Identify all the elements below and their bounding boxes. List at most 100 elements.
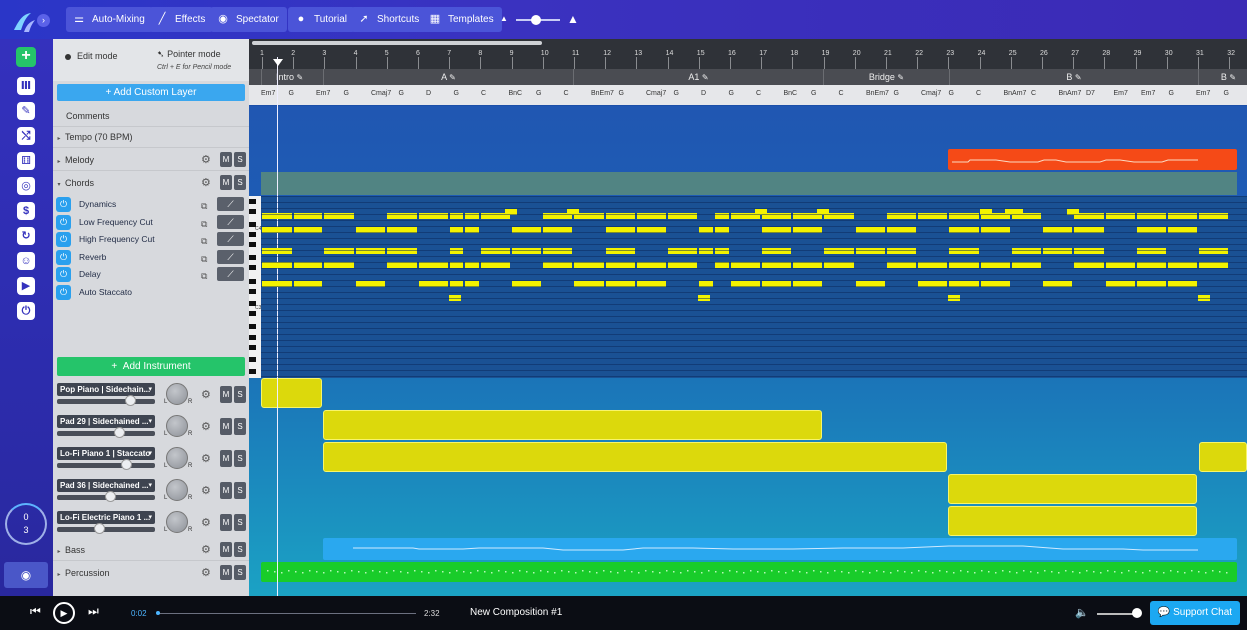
note[interactable]: [543, 248, 572, 254]
volume-slider[interactable]: [57, 431, 155, 436]
volume-knob[interactable]: [120, 459, 132, 470]
expand-arrow-icon[interactable]: ▸: [53, 541, 65, 563]
dollar-icon[interactable]: $: [17, 202, 35, 220]
chord-symbol[interactable]: D7: [1086, 90, 1095, 97]
percussion-region[interactable]: [261, 562, 1237, 582]
note[interactable]: [1199, 248, 1228, 254]
instrument-clip[interactable]: [1199, 442, 1247, 472]
effect-row[interactable]: ⏻ Auto Staccato: [56, 284, 249, 301]
zoom-out-icon[interactable]: ▲: [500, 14, 508, 23]
instrument-select[interactable]: Pad 36 | Sidechained ...: [57, 479, 155, 492]
solo-button[interactable]: S: [234, 542, 246, 557]
power-icon[interactable]: ⏻: [56, 250, 71, 265]
note[interactable]: [762, 248, 791, 254]
volume-slider[interactable]: [57, 463, 155, 468]
instrument-select[interactable]: Pop Piano | Sidechain...: [57, 383, 155, 396]
gear-icon[interactable]: ⚙: [201, 517, 213, 529]
chord-symbol[interactable]: Em7: [1141, 90, 1155, 97]
mute-button[interactable]: M: [220, 152, 232, 167]
solo-button[interactable]: S: [234, 514, 246, 531]
playhead-marker-icon[interactable]: [273, 59, 283, 66]
chord-symbol[interactable]: C: [564, 90, 569, 97]
edit-section-icon[interactable]: ✎: [449, 73, 456, 82]
effect-row[interactable]: ⏻ Reverb ⧉ ⟋: [56, 249, 249, 266]
pan-knob[interactable]: [166, 511, 188, 533]
chord-symbol[interactable]: Cmaj7: [646, 90, 666, 97]
gear-icon[interactable]: ⚙: [201, 544, 213, 556]
solo-button[interactable]: S: [234, 386, 246, 403]
note[interactable]: [1012, 248, 1041, 254]
gear-icon[interactable]: ⚙: [201, 177, 213, 189]
volume-knob[interactable]: [113, 427, 125, 438]
arrangement-area[interactable]: 1 2 3 4 5 6 7 8 9 10 11 12 13 14 15 16 17 18 19 20 21 22 23 24 2…: [249, 39, 1247, 596]
solo-button[interactable]: S: [234, 152, 246, 167]
melody-region[interactable]: [948, 149, 1237, 170]
gear-icon[interactable]: ⚙: [201, 567, 213, 579]
zoom-slider[interactable]: ▲ ▲: [500, 12, 584, 27]
effects-button[interactable]: ╱ Effects: [149, 7, 214, 32]
add-icon[interactable]: +: [16, 47, 36, 67]
pan-knob[interactable]: [166, 479, 188, 501]
collapse-sidebar-icon[interactable]: ›: [37, 14, 50, 27]
automation-icon[interactable]: ⟋: [217, 215, 244, 229]
power-icon[interactable]: ⏻: [56, 267, 71, 282]
chord-symbol[interactable]: Em7: [261, 90, 275, 97]
chord-symbol[interactable]: C: [976, 90, 981, 97]
piano-roll[interactable]: [261, 196, 1247, 378]
chord-symbol[interactable]: Em7: [1114, 90, 1128, 97]
volume-knob[interactable]: [1132, 608, 1142, 618]
instrument-clip[interactable]: [323, 442, 947, 472]
effect-row[interactable]: ⏻ Delay ⧉ ⟋: [56, 266, 249, 283]
chord-symbol[interactable]: G: [619, 90, 624, 97]
percussion-row[interactable]: ▸ Percussion ⚙ M S: [53, 562, 249, 584]
note[interactable]: [262, 248, 292, 254]
power-icon[interactable]: ⏻: [56, 215, 71, 230]
mute-button[interactable]: M: [220, 175, 232, 190]
note[interactable]: [324, 248, 354, 254]
copy-icon[interactable]: ⧉: [201, 233, 207, 250]
note[interactable]: [949, 248, 979, 254]
dice-icon[interactable]: ⚅: [17, 152, 35, 170]
volume-knob[interactable]: [124, 395, 136, 406]
chord-symbol[interactable]: G: [811, 90, 816, 97]
section-label[interactable]: Intro ✎: [261, 69, 323, 85]
power-icon[interactable]: ⏻: [17, 302, 35, 320]
expand-arrow-icon[interactable]: ▸: [53, 564, 65, 586]
chord-symbol[interactable]: BnC: [509, 90, 523, 97]
power-icon[interactable]: ⏻: [56, 232, 71, 247]
bass-region[interactable]: [323, 538, 1237, 560]
chord-symbol[interactable]: BnAm7: [1059, 90, 1082, 97]
tutorial-button[interactable]: ● Tutorial: [288, 7, 355, 32]
edit-section-icon[interactable]: ✎: [1229, 73, 1236, 82]
edit-mode-option[interactable]: Edit mode: [65, 51, 118, 61]
templates-button[interactable]: ▦ Templates: [422, 7, 502, 32]
volume-slider[interactable]: [1097, 613, 1137, 615]
volume-slider[interactable]: [57, 399, 155, 404]
solo-button[interactable]: S: [234, 175, 246, 190]
volume-icon[interactable]: 🔈: [1075, 606, 1089, 619]
timeline-ruler[interactable]: 1 2 3 4 5 6 7 8 9 10 11 12 13 14 15 16 17 18 19 20 21 22 23 24 2…: [249, 39, 1247, 69]
copy-icon[interactable]: ⧉: [201, 268, 207, 285]
gear-icon[interactable]: ⚙: [201, 389, 213, 401]
refresh-icon[interactable]: ↻: [17, 227, 35, 245]
app-logo-icon[interactable]: [11, 10, 37, 36]
discord-icon[interactable]: ☺: [17, 252, 35, 270]
user-profile-icon[interactable]: ◉: [4, 562, 48, 588]
bass-row[interactable]: ▸ Bass ⚙ M S: [53, 539, 249, 561]
chord-symbol[interactable]: D: [426, 90, 431, 97]
note[interactable]: [668, 248, 697, 254]
expand-arrow-icon[interactable]: ▸: [53, 151, 65, 173]
instrument-select[interactable]: Pad 29 | Sidechained ...: [57, 415, 155, 428]
skip-forward-icon[interactable]: ⏭: [88, 604, 99, 619]
section-label[interactable]: B ✎: [1198, 69, 1247, 85]
edit-section-icon[interactable]: ✎: [297, 73, 304, 82]
pan-knob[interactable]: [166, 415, 188, 437]
note[interactable]: [356, 248, 385, 254]
note[interactable]: [606, 248, 635, 254]
edit-section-icon[interactable]: ✎: [1075, 73, 1082, 82]
volume-knob[interactable]: [94, 523, 106, 534]
chord-symbol[interactable]: BnEm7: [866, 90, 889, 97]
support-chat-button[interactable]: 💬 Support Chat: [1150, 601, 1240, 625]
note[interactable]: [512, 248, 541, 254]
chord-symbol[interactable]: G: [894, 90, 899, 97]
